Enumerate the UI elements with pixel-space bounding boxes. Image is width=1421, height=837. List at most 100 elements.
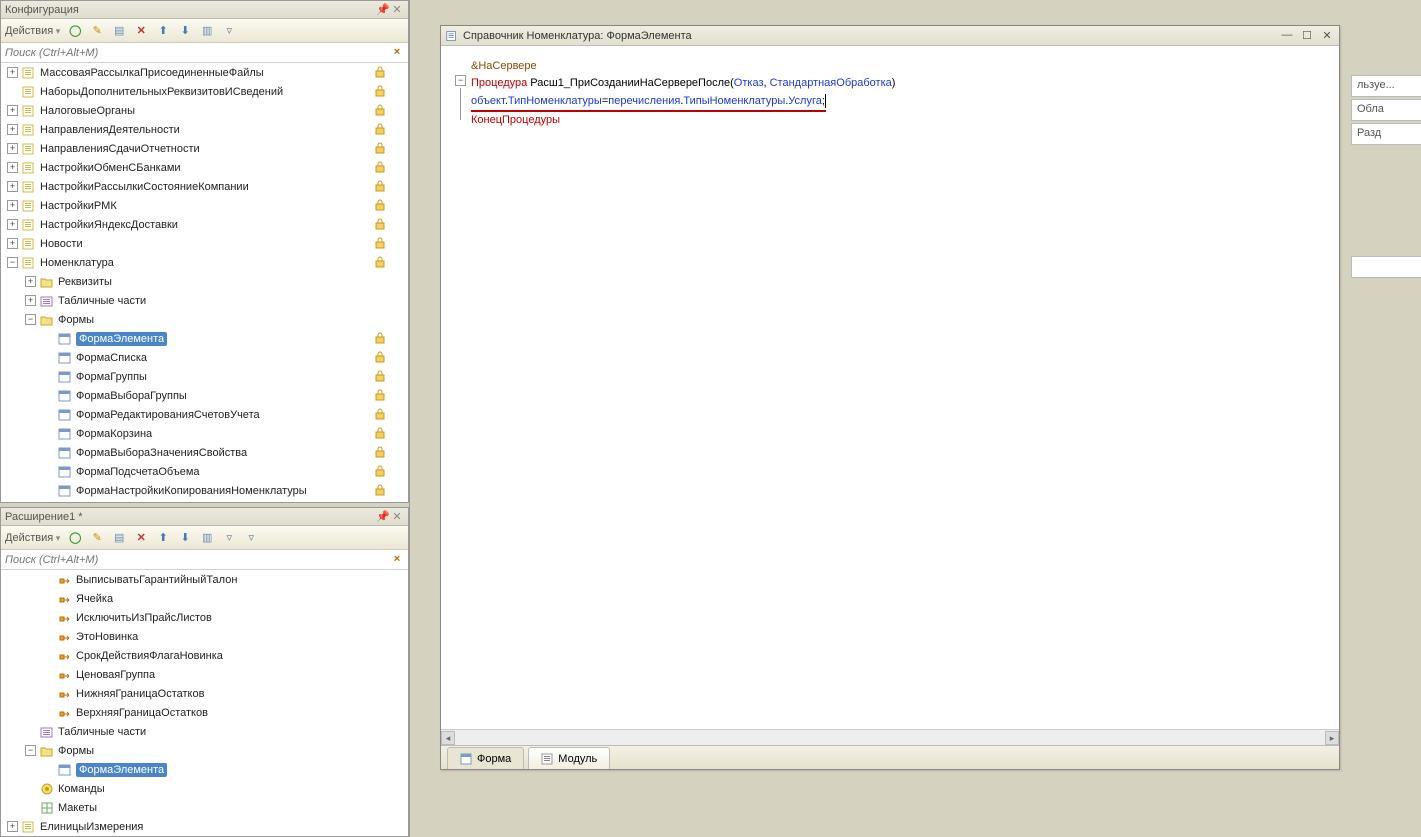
extension-tree[interactable]: ВыписыватьГарантийныйТалонЯчейкаИсключит… bbox=[1, 570, 408, 836]
fold-toggle[interactable]: − bbox=[455, 75, 466, 86]
tab-form[interactable]: Форма bbox=[447, 747, 524, 769]
properties-button[interactable]: ▥ bbox=[198, 529, 216, 547]
tree-item-label: МассоваяРассылкаПрисоединенныеФайлы bbox=[40, 67, 264, 79]
tree-row[interactable]: ЦеноваяГруппа bbox=[1, 665, 408, 684]
actions-menu[interactable]: Действия bbox=[5, 25, 60, 37]
tree-row[interactable]: ФормаЭлемента bbox=[1, 760, 408, 779]
expand-toggle[interactable]: + bbox=[7, 238, 18, 249]
close-icon[interactable]: ✕ bbox=[390, 510, 404, 524]
copy-button[interactable]: ▤ bbox=[110, 529, 128, 547]
tree-row[interactable]: +Табличные части bbox=[1, 291, 408, 310]
scroll-right-icon[interactable]: ▸ bbox=[1325, 731, 1339, 745]
tree-row[interactable]: +Реквизиты bbox=[1, 272, 408, 291]
expand-toggle[interactable]: + bbox=[25, 276, 36, 287]
close-button[interactable]: ✕ bbox=[1319, 29, 1335, 43]
stub-cell[interactable]: Разд bbox=[1351, 123, 1421, 145]
stub-cell[interactable]: Обла bbox=[1351, 99, 1421, 121]
tree-row[interactable]: Табличные части bbox=[1, 722, 408, 741]
edit-button[interactable]: ✎ bbox=[88, 529, 106, 547]
tree-row[interactable]: +НалоговыеОрганы bbox=[1, 101, 408, 120]
form-icon bbox=[57, 370, 73, 384]
tree-row[interactable]: ВыписыватьГарантийныйТалон bbox=[1, 570, 408, 589]
add-button[interactable]: ◯ bbox=[66, 22, 84, 40]
expand-toggle[interactable]: + bbox=[7, 219, 18, 230]
expand-toggle[interactable]: + bbox=[7, 181, 18, 192]
tree-row[interactable]: ФормаЭлемента bbox=[1, 329, 408, 348]
tree-row[interactable]: ФормаПодсчетаОбъема bbox=[1, 462, 408, 481]
expand-toggle[interactable]: + bbox=[7, 67, 18, 78]
move-up-button[interactable]: ⬆ bbox=[154, 529, 172, 547]
tree-row[interactable]: +НастройкиРассылкиСостояниеКомпании bbox=[1, 177, 408, 196]
hscrollbar[interactable]: ◂ ▸ bbox=[441, 729, 1339, 745]
tree-row[interactable]: ФормаВыбораЗначенияСвойства bbox=[1, 443, 408, 462]
lock-icon bbox=[374, 199, 388, 213]
tree-row[interactable]: −Номенклатура bbox=[1, 253, 408, 272]
tree-row[interactable]: ФормаНастройкиКопированияНоменклатуры bbox=[1, 481, 408, 500]
tree-row[interactable]: ВерхняяГраницаОстатков bbox=[1, 703, 408, 722]
maximize-button[interactable]: ☐ bbox=[1299, 29, 1315, 43]
tree-row[interactable]: +НастройкиОбменСБанками bbox=[1, 158, 408, 177]
tree-row[interactable]: НаборыДополнительныхРеквизитовИСведений bbox=[1, 82, 408, 101]
scroll-track[interactable] bbox=[469, 731, 1311, 745]
delete-button[interactable]: ✕ bbox=[132, 529, 150, 547]
filter-button[interactable]: ▿ bbox=[220, 22, 238, 40]
search-input[interactable] bbox=[5, 551, 390, 569]
search-input[interactable] bbox=[5, 44, 390, 62]
tree-row[interactable]: −Формы bbox=[1, 310, 408, 329]
filter-button[interactable]: ▿ bbox=[220, 529, 238, 547]
tree-row[interactable]: ЭтоНовинка bbox=[1, 627, 408, 646]
tree-row[interactable]: +ЕлиницыИзмерения bbox=[1, 817, 408, 836]
expand-toggle[interactable]: + bbox=[25, 295, 36, 306]
stub-cell[interactable]: льзуе... bbox=[1351, 75, 1421, 97]
move-down-button[interactable]: ⬇ bbox=[176, 22, 194, 40]
tree-row[interactable]: НижняяГраницаОстатков bbox=[1, 684, 408, 703]
properties-button[interactable]: ▥ bbox=[198, 22, 216, 40]
tree-row[interactable]: Команды bbox=[1, 779, 408, 798]
move-down-button[interactable]: ⬇ bbox=[176, 529, 194, 547]
tree-row[interactable]: +НастройкиРМК bbox=[1, 196, 408, 215]
tree-row[interactable]: СрокДействияФлагаНовинка bbox=[1, 646, 408, 665]
tree-row[interactable]: +НастройкиЯндексДоставки bbox=[1, 215, 408, 234]
delete-button[interactable]: ✕ bbox=[132, 22, 150, 40]
tree-row[interactable]: ФормаСписка bbox=[1, 348, 408, 367]
editor-titlebar[interactable]: Справочник Номенклатура: ФормаЭлемента —… bbox=[441, 26, 1339, 46]
tree-row[interactable]: Макеты bbox=[1, 798, 408, 817]
tree-row[interactable]: + МассоваяРассылкаПрисоединенныеФайлы bbox=[1, 63, 408, 82]
expand-toggle[interactable]: + bbox=[7, 200, 18, 211]
clear-search-icon[interactable]: × bbox=[390, 553, 404, 567]
actions-menu[interactable]: Действия bbox=[5, 532, 60, 544]
pin-icon[interactable]: 📌 bbox=[376, 510, 390, 524]
expand-toggle[interactable]: + bbox=[7, 143, 18, 154]
tree-row[interactable]: Ячейка bbox=[1, 589, 408, 608]
move-up-button[interactable]: ⬆ bbox=[154, 22, 172, 40]
tree-item-label: Команды bbox=[58, 783, 105, 795]
expand-toggle[interactable]: + bbox=[7, 162, 18, 173]
expand-toggle[interactable]: + bbox=[7, 105, 18, 116]
tree-row[interactable]: +НаправленияСдачиОтчетности bbox=[1, 139, 408, 158]
expand-toggle[interactable]: − bbox=[7, 257, 18, 268]
expand-toggle[interactable]: − bbox=[25, 314, 36, 325]
edit-button[interactable]: ✎ bbox=[88, 22, 106, 40]
code-editor[interactable]: − &НаСервере Процедура Расш1_ПриСоздании… bbox=[441, 46, 1339, 729]
tree-row[interactable]: +Новости bbox=[1, 234, 408, 253]
tree-row[interactable]: ФормаГруппы bbox=[1, 367, 408, 386]
minimize-button[interactable]: — bbox=[1279, 29, 1295, 43]
clear-search-icon[interactable]: × bbox=[390, 46, 404, 60]
tree-row[interactable]: −Формы bbox=[1, 741, 408, 760]
config-tree[interactable]: + МассоваяРассылкаПрисоединенныеФайлы Набо… bbox=[1, 63, 408, 502]
filter2-button[interactable]: ▿ bbox=[242, 529, 260, 547]
tree-row[interactable]: ИсключитьИзПрайсЛистов bbox=[1, 608, 408, 627]
pin-icon[interactable]: 📌 bbox=[376, 3, 390, 17]
scroll-left-icon[interactable]: ◂ bbox=[441, 731, 455, 745]
tree-row[interactable]: ФормаРедактированияСчетовУчета bbox=[1, 405, 408, 424]
add-button[interactable]: ◯ bbox=[66, 529, 84, 547]
expand-toggle[interactable]: − bbox=[25, 745, 36, 756]
tab-module[interactable]: Модуль bbox=[528, 747, 610, 769]
expand-toggle[interactable]: + bbox=[7, 821, 18, 832]
close-icon[interactable]: ✕ bbox=[390, 3, 404, 17]
tree-row[interactable]: ФормаВыбораГруппы bbox=[1, 386, 408, 405]
tree-row[interactable]: ФормаКорзина bbox=[1, 424, 408, 443]
copy-button[interactable]: ▤ bbox=[110, 22, 128, 40]
tree-row[interactable]: +НаправленияДеятельности bbox=[1, 120, 408, 139]
expand-toggle[interactable]: + bbox=[7, 124, 18, 135]
